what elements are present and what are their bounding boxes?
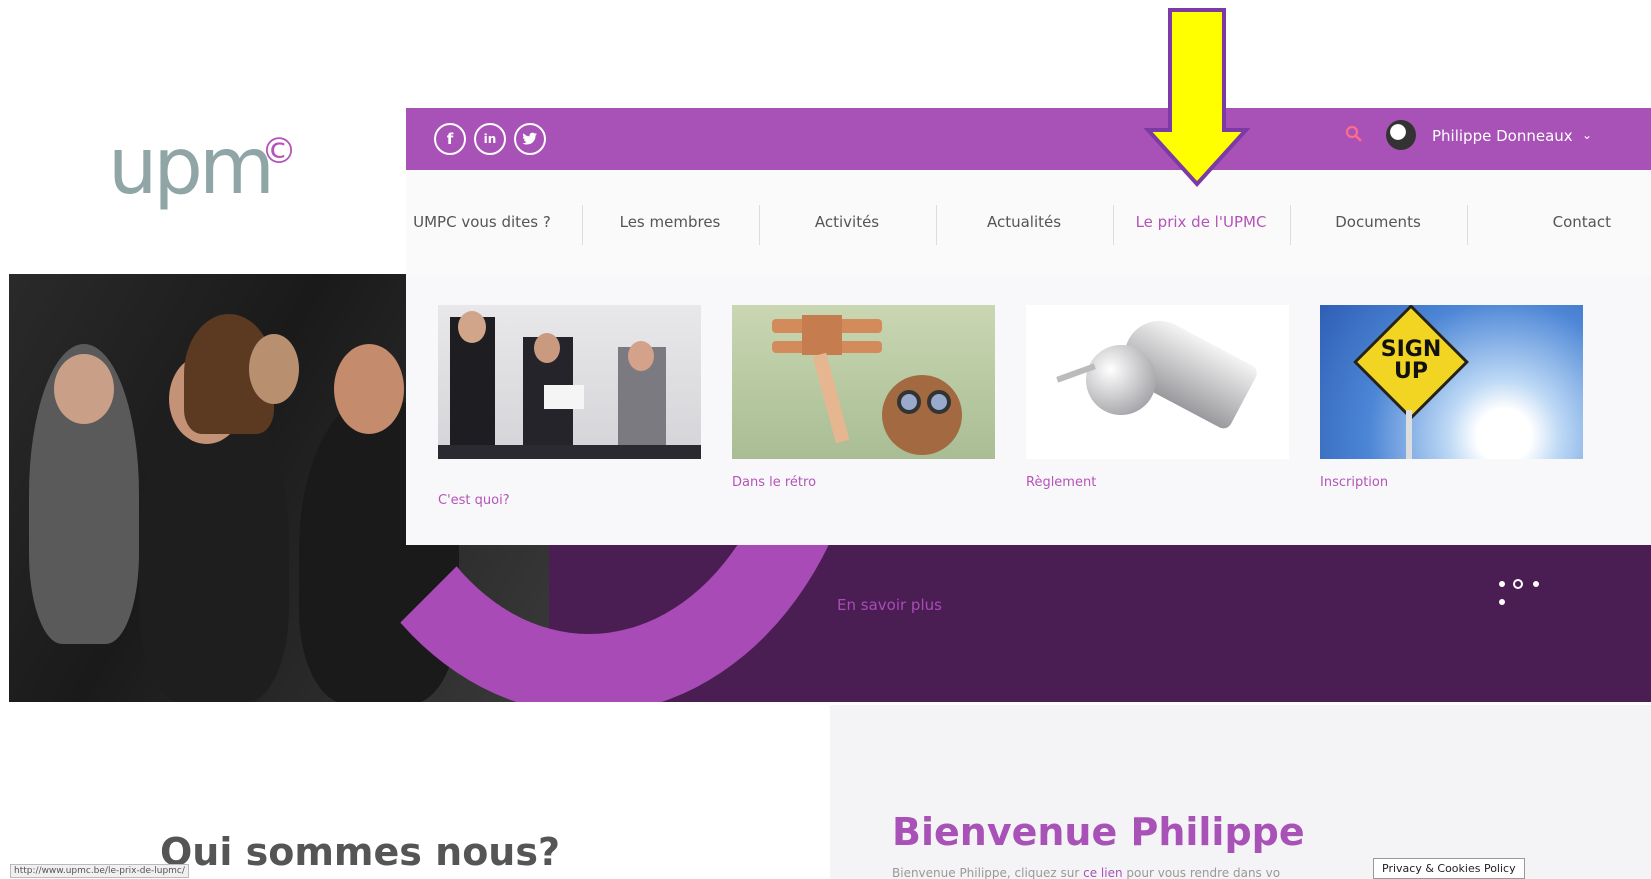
- logo-mark: ©: [261, 131, 297, 172]
- dropdown-card-dans-le-retro[interactable]: Dans le rétro: [732, 305, 995, 490]
- welcome-heading: Bienvenue Philippe: [892, 810, 1305, 854]
- card-label[interactable]: Inscription: [1320, 475, 1583, 490]
- user-avatar[interactable]: [1386, 120, 1416, 150]
- nav-item-les-membres[interactable]: Les membres: [582, 200, 758, 245]
- welcome-link[interactable]: ce lien: [1083, 866, 1122, 879]
- annotation-arrow-icon: [1143, 8, 1251, 187]
- sign-text: UP: [1394, 359, 1428, 384]
- nav-item-actualites[interactable]: Actualités: [936, 200, 1112, 245]
- facebook-icon[interactable]: f: [434, 123, 466, 155]
- about-heading: Qui sommes nous?: [160, 830, 561, 874]
- site-logo[interactable]: upm ©: [108, 128, 297, 206]
- nav-item-activites[interactable]: Activités: [759, 200, 935, 245]
- nav-item-umpc-vous-dites[interactable]: UMPC vous dites ?: [412, 200, 552, 245]
- status-bar-url: http://www.upmc.be/le-prix-de-lupmc/: [10, 864, 189, 878]
- linkedin-icon[interactable]: in: [474, 123, 506, 155]
- nav-item-contact[interactable]: Contact: [1467, 200, 1651, 245]
- search-icon[interactable]: [1345, 125, 1363, 143]
- card-label[interactable]: Dans le rétro: [732, 475, 995, 490]
- twitter-icon[interactable]: [514, 123, 546, 155]
- card-label[interactable]: C'est quoi?: [438, 493, 701, 508]
- learn-more-link[interactable]: En savoir plus: [837, 596, 942, 614]
- award-ceremony-photo: [438, 305, 701, 459]
- privacy-cookies-button[interactable]: Privacy & Cookies Policy: [1373, 858, 1525, 879]
- main-navigation: UMPC vous dites ? Les membres Activités …: [406, 170, 1651, 275]
- nav-item-le-prix[interactable]: Le prix de l'UPMC: [1113, 200, 1289, 245]
- carousel-dot[interactable]: [1533, 581, 1539, 587]
- logo-text: upm: [108, 122, 275, 212]
- carousel-dot-active[interactable]: [1513, 579, 1523, 589]
- carousel-dot[interactable]: [1499, 599, 1505, 605]
- dropdown-card-cest-quoi[interactable]: C'est quoi?: [438, 305, 701, 508]
- welcome-text: Bienvenue Philippe, cliquez sur ce lien …: [892, 866, 1281, 879]
- prize-dropdown-menu: C'est quoi? Dans le rétro Règlement SIGN…: [406, 275, 1651, 545]
- nav-item-documents[interactable]: Documents: [1290, 200, 1466, 245]
- whistle-photo: [1026, 305, 1289, 459]
- user-name[interactable]: Philippe Donneaux: [1432, 127, 1573, 145]
- dropdown-card-reglement[interactable]: Règlement: [1026, 305, 1289, 490]
- carousel-dot[interactable]: [1499, 581, 1505, 587]
- sign-up-sign-photo: SIGN UP: [1320, 305, 1583, 459]
- toy-plane-photo: [732, 305, 995, 459]
- card-label[interactable]: Règlement: [1026, 475, 1289, 490]
- dropdown-card-inscription[interactable]: SIGN UP Inscription: [1320, 305, 1583, 490]
- page: upm © En savoir plus f in Philippe Donne…: [0, 0, 1651, 879]
- chevron-down-icon[interactable]: ⌄: [1582, 128, 1592, 142]
